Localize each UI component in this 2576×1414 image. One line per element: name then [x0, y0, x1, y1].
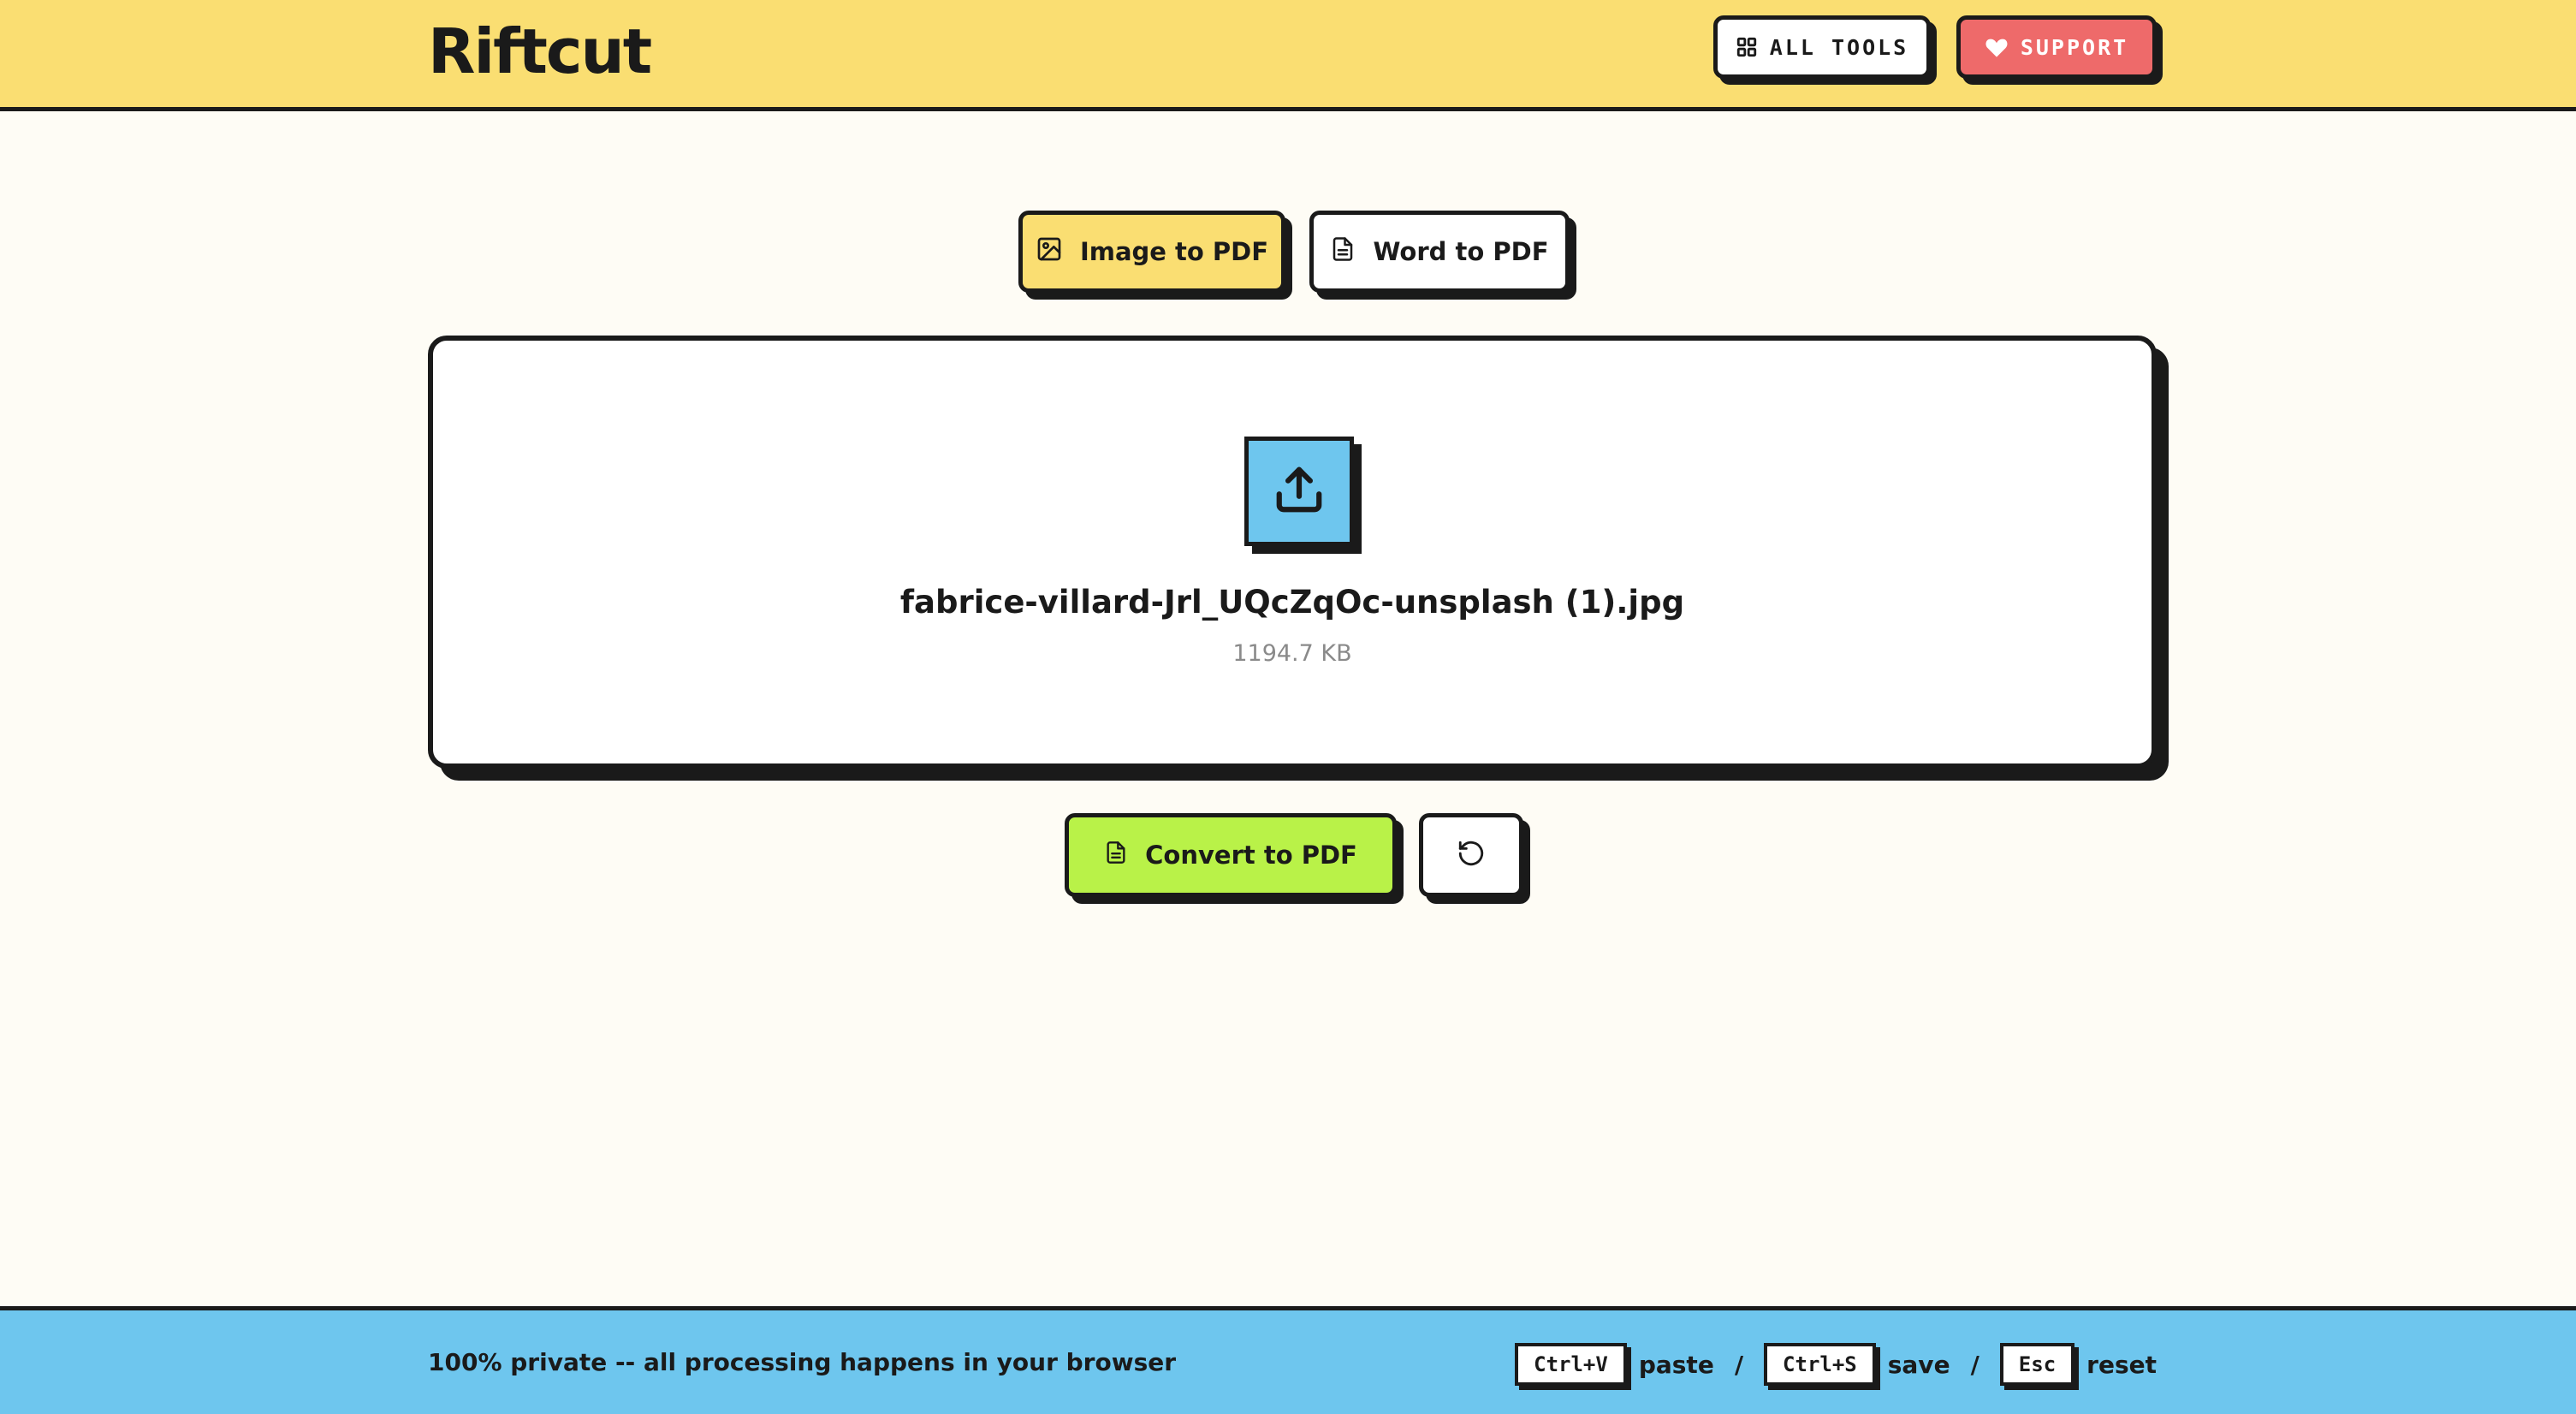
- heart-icon: [1985, 36, 2009, 58]
- tab-word-to-pdf[interactable]: Word to PDF: [1309, 211, 1570, 293]
- upload-icon: [1273, 463, 1326, 520]
- shortcut-action: save: [1887, 1350, 1950, 1379]
- shortcut-separator: /: [1734, 1350, 1744, 1379]
- shortcut-key: Ctrl+V: [1515, 1343, 1627, 1386]
- shortcut-key: Esc: [1999, 1343, 2075, 1386]
- tab-image-to-pdf[interactable]: Image to PDF: [1018, 211, 1285, 293]
- file-drop-zone[interactable]: fabrice-villard-Jrl_UQcZqOc-unsplash (1)…: [428, 336, 2157, 769]
- grid-icon: [1736, 36, 1758, 58]
- document-icon: [1330, 235, 1356, 269]
- all-tools-button[interactable]: ALL TOOLS: [1713, 15, 1931, 79]
- app-logo[interactable]: Riftcut: [428, 15, 652, 87]
- reset-button[interactable]: [1419, 813, 1523, 897]
- convert-to-pdf-button[interactable]: Convert to PDF: [1065, 813, 1397, 897]
- app-footer: 100% private -- all processing happens i…: [0, 1306, 2576, 1414]
- page: Riftcut ALL TOOLS SUPPORT Image to PDF W…: [0, 0, 2576, 1414]
- shortcut-action: paste: [1638, 1350, 1714, 1379]
- support-button[interactable]: SUPPORT: [1956, 15, 2157, 79]
- support-label: SUPPORT: [2020, 34, 2129, 60]
- keyboard-shortcuts: Ctrl+V paste / Ctrl+S save / Esc reset: [1515, 1343, 2157, 1386]
- all-tools-label: ALL TOOLS: [1769, 34, 1909, 60]
- reset-icon: [1457, 839, 1486, 871]
- document-icon: [1104, 839, 1128, 872]
- shortcut-separator: /: [1970, 1350, 1979, 1379]
- app-header: Riftcut ALL TOOLS SUPPORT: [0, 0, 2576, 111]
- privacy-notice: 100% private -- all processing happens i…: [428, 1348, 1177, 1376]
- convert-label: Convert to PDF: [1145, 841, 1357, 870]
- tab-label: Word to PDF: [1373, 237, 1549, 266]
- file-name: fabrice-villard-Jrl_UQcZqOc-unsplash (1)…: [899, 584, 1685, 621]
- shortcut-key: Ctrl+S: [1764, 1343, 1876, 1386]
- upload-icon-box: [1244, 437, 1354, 546]
- file-size: 1194.7 KB: [1232, 640, 1352, 667]
- tab-label: Image to PDF: [1079, 237, 1269, 266]
- image-icon: [1036, 235, 1063, 269]
- shortcut-action: reset: [2086, 1350, 2157, 1379]
